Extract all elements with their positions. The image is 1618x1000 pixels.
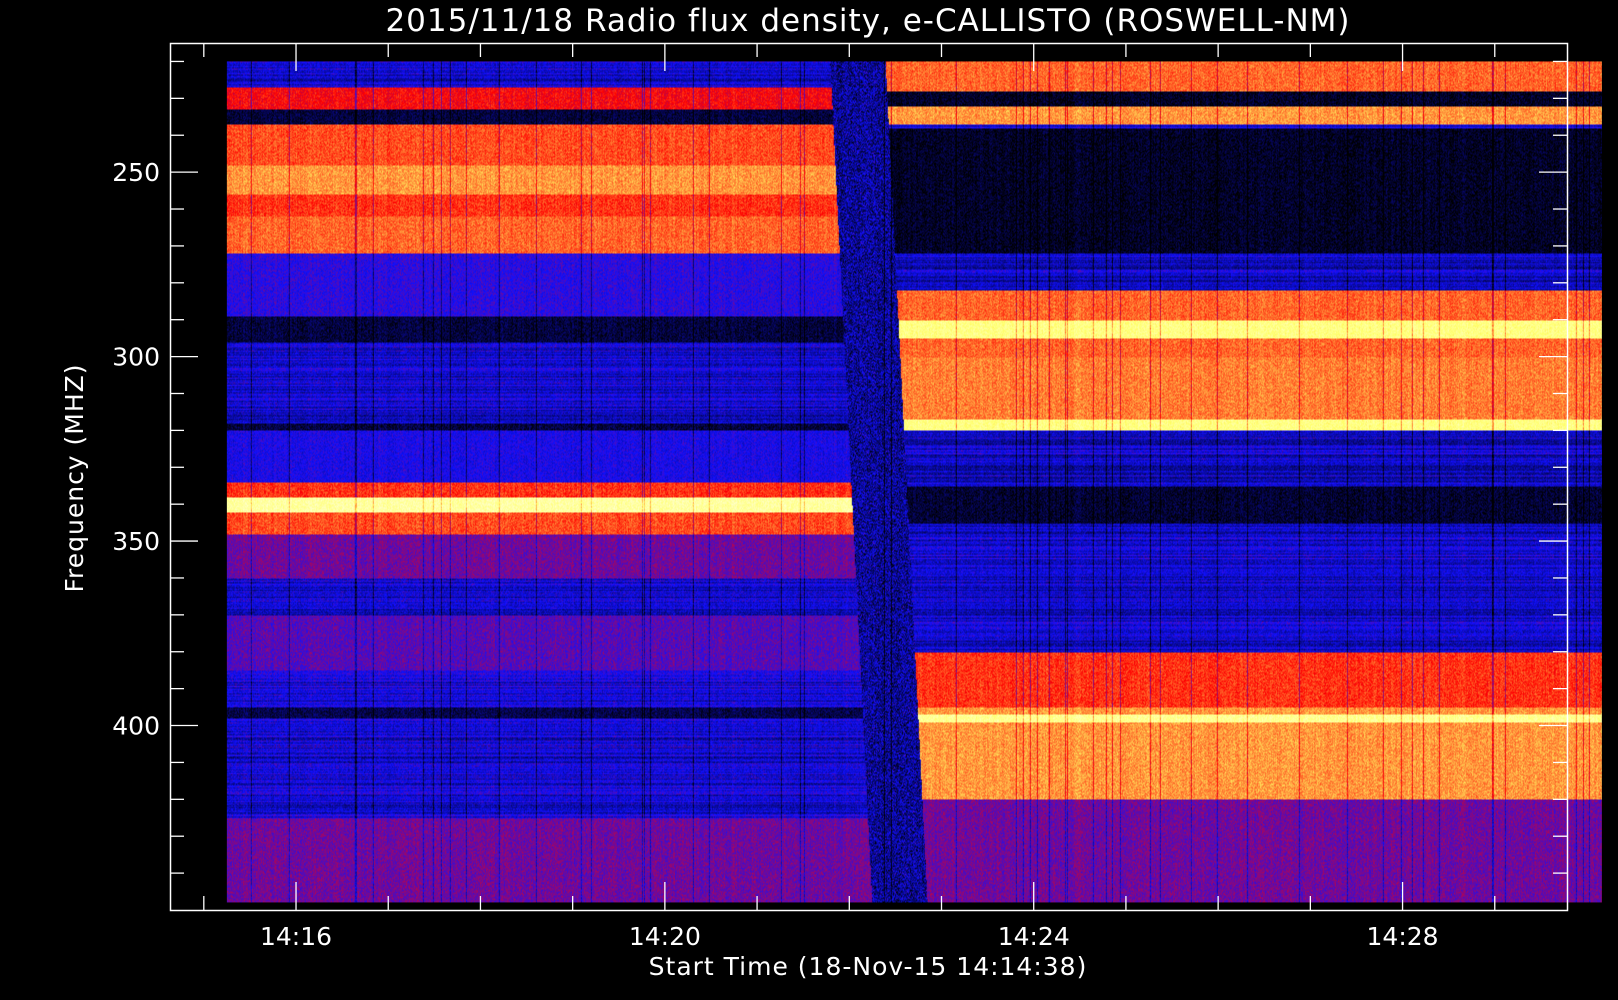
spectrogram-image [226,61,1602,903]
spectrogram-chart: 2015/11/18 Radio flux density, e-CALLIST… [0,0,1618,1000]
spectrogram-pixels [226,61,1602,903]
y-tick-label: 300 [112,343,160,372]
x-axis-label: Start Time (18-Nov-15 14:14:38) [649,952,1088,981]
y-tick-label: 250 [112,158,160,187]
x-tick-label: 14:28 [1367,922,1439,951]
x-tick-label: 14:24 [998,922,1070,951]
x-tick-label: 14:16 [260,922,332,951]
chart-title: 2015/11/18 Radio flux density, e-CALLIST… [385,3,1350,39]
y-tick-label: 350 [112,527,160,556]
y-tick-label: 400 [112,712,160,741]
y-axis-label: Frequency (MHZ) [60,363,89,592]
x-tick-label: 14:20 [629,922,701,951]
